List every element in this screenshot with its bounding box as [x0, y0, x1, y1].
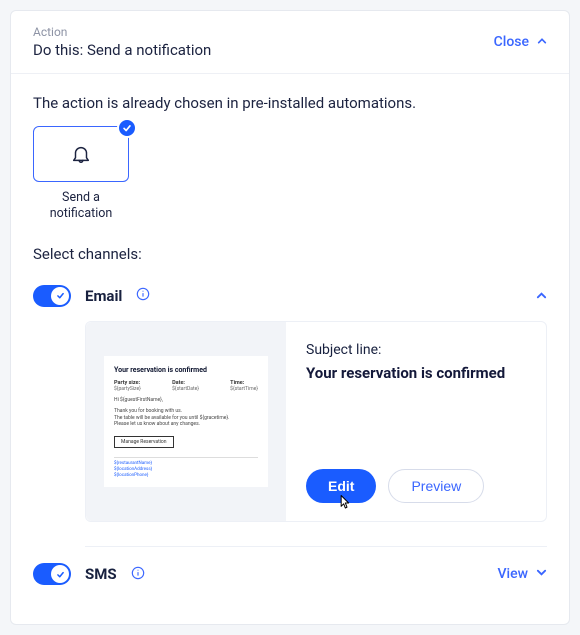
subject-line-value: Your reservation is confirmed	[306, 364, 526, 382]
divider	[85, 546, 547, 547]
header-title: Do this: Send a notification	[33, 41, 211, 59]
email-preview-thumbnail: Your reservation is confirmed Party size…	[104, 356, 268, 488]
email-detail-pane: Subject line: Your reservation is confir…	[306, 322, 546, 522]
view-label: View	[498, 566, 529, 582]
preview-col2-v: ${startDate}	[172, 386, 199, 392]
email-collapse-button[interactable]	[536, 286, 547, 305]
sms-toggle[interactable]	[33, 563, 71, 585]
chevron-down-icon	[536, 566, 547, 582]
preview-button[interactable]: Preview	[388, 469, 484, 503]
channel-row-sms: SMS View	[33, 563, 547, 585]
preview-body: Thank you for booking with us. The table…	[114, 408, 258, 428]
select-channels-label: Select channels:	[33, 245, 547, 263]
card-body: The action is already chosen in pre-inst…	[11, 74, 569, 605]
channel-row-email: Email	[33, 285, 547, 307]
info-icon[interactable]	[131, 565, 145, 584]
preview-col3-v: ${startTime}	[230, 386, 258, 392]
info-icon[interactable]	[136, 286, 150, 305]
preview-greeting: Hi ${guestFirstName},	[114, 397, 258, 404]
preview-col1-v: ${partySize}	[114, 386, 141, 392]
toggle-knob	[51, 287, 69, 305]
preview-footer-3: ${locationPhone}	[114, 473, 258, 479]
chevron-up-icon	[537, 34, 547, 50]
action-tile-wrap: Send a notification	[33, 126, 129, 223]
intro-text: The action is already chosen in pre-inst…	[33, 94, 547, 112]
channel-name-sms: SMS	[85, 565, 117, 583]
bell-icon	[70, 143, 92, 165]
preview-manage-button: Manage Reservation	[114, 436, 174, 448]
sms-view-button[interactable]: View	[498, 566, 548, 582]
card-header: Action Do this: Send a notification Clos…	[11, 11, 569, 74]
action-tile-label: Send a notification	[50, 190, 113, 223]
checkmark-badge-icon	[117, 118, 137, 138]
toggle-knob	[51, 565, 69, 583]
close-label: Close	[494, 34, 529, 50]
header-eyebrow: Action	[33, 25, 211, 39]
edit-button[interactable]: Edit	[306, 469, 376, 503]
close-button[interactable]: Close	[494, 34, 547, 50]
action-tile-send-notification[interactable]	[33, 126, 129, 182]
email-preview-pane: Your reservation is confirmed Party size…	[86, 322, 286, 522]
email-panel: Your reservation is confirmed Party size…	[85, 321, 547, 523]
email-toggle[interactable]	[33, 285, 71, 307]
preview-title: Your reservation is confirmed	[114, 366, 258, 374]
action-card: Action Do this: Send a notification Clos…	[10, 10, 570, 625]
subject-line-label: Subject line:	[306, 342, 526, 358]
channel-name-email: Email	[85, 287, 122, 305]
header-titles: Action Do this: Send a notification	[33, 25, 211, 59]
